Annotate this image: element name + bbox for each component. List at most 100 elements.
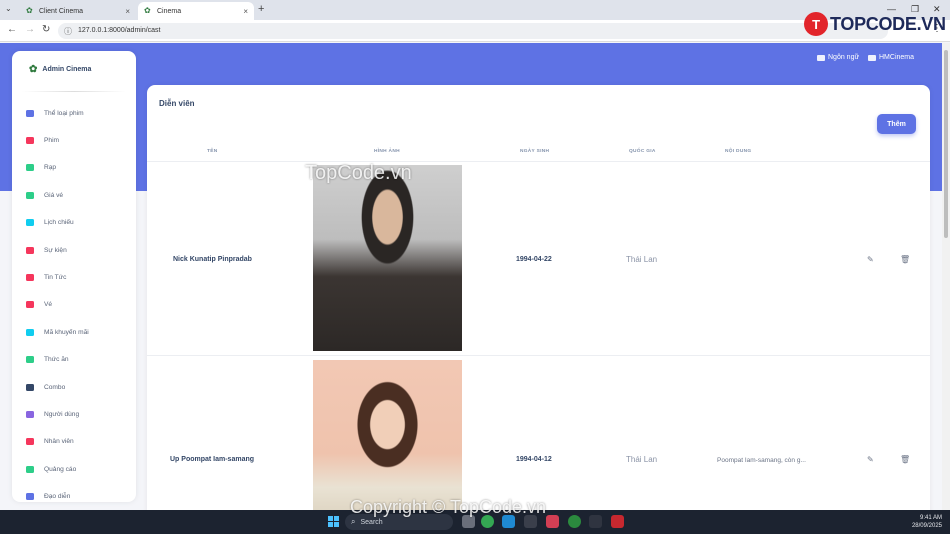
edit-icon[interactable]: ✎ xyxy=(867,455,874,464)
add-cast-button[interactable]: Thêm xyxy=(877,114,916,134)
account-label: HMCinema xyxy=(879,54,915,61)
app-icon[interactable] xyxy=(611,515,624,528)
sidebar-item[interactable]: Giá vé xyxy=(26,189,63,201)
sidebar-item-label: Nhân viên xyxy=(44,438,74,446)
app-icon[interactable] xyxy=(546,515,559,528)
cast-country: Thái Lan xyxy=(626,255,658,264)
system-clock[interactable]: 9:41 AM 28/09/2025 xyxy=(912,514,942,530)
sidebar-item[interactable]: Phim xyxy=(26,134,59,146)
column-header-country: QUỐC GIA xyxy=(629,149,656,154)
scrollbar-thumb[interactable] xyxy=(944,50,948,238)
sidebar-item-icon xyxy=(26,383,34,391)
sidebar-item-label: Giá vé xyxy=(44,191,64,199)
sidebar-item-icon xyxy=(26,246,34,254)
admin-page: Ngôn ngữ HMCinema ✿ Admin Cinema Thể loạ… xyxy=(0,43,942,510)
sidebar-item-icon xyxy=(26,109,34,117)
sidebar-item-icon xyxy=(26,164,34,172)
tab-cinema[interactable]: ✿ Cinema × xyxy=(138,2,254,20)
sidebar-item[interactable]: Vé xyxy=(26,299,52,311)
close-tab-icon[interactable]: × xyxy=(243,7,248,16)
site-info-icon[interactable]: ⓘ xyxy=(64,26,72,37)
account-icon xyxy=(868,54,876,61)
brand-logo-icon: ✿ xyxy=(29,64,38,75)
column-header-content: NỘI DUNG xyxy=(725,149,752,154)
sidebar-item[interactable]: Rạp xyxy=(26,162,56,174)
clock-time: 9:41 AM xyxy=(919,515,942,521)
delete-icon[interactable]: 🗑 xyxy=(900,255,910,264)
row-divider xyxy=(147,355,930,356)
address-bar[interactable]: ⓘ 127.0.0.1:8000/admin/cast xyxy=(58,23,888,39)
topcode-logo-icon: T xyxy=(804,12,828,36)
tab-search-menu-icon[interactable]: ⌄ xyxy=(5,4,12,13)
sidebar-item-label: Lịch chiếu xyxy=(44,219,74,227)
sidebar-item-label: Mã khuyến mãi xyxy=(44,328,89,336)
sidebar-item-label: Thức ăn xyxy=(44,356,69,364)
cinema-favicon-icon: ✿ xyxy=(26,6,33,15)
sidebar-item-icon xyxy=(26,493,34,501)
cast-content: Poompat Iam-samang, còn g... xyxy=(717,457,806,464)
sidebar-item[interactable]: Tin Tức xyxy=(26,271,66,283)
windows-start-icon[interactable] xyxy=(328,516,339,527)
sidebar-divider xyxy=(22,91,126,92)
search-icon: ⌕ xyxy=(351,517,356,526)
sidebar-item[interactable]: Lịch chiếu xyxy=(26,217,74,229)
sidebar-item-icon xyxy=(26,136,34,144)
sidebar-item-icon xyxy=(26,219,34,227)
card-title: Diễn viên xyxy=(159,99,195,108)
account-menu[interactable]: HMCinema xyxy=(868,54,914,61)
sidebar: ✿ Admin Cinema Thể loại phim Phim Rạp Giá v… xyxy=(12,51,136,502)
sidebar-item-label: Vé xyxy=(44,301,53,309)
language-menu[interactable]: Ngôn ngữ xyxy=(817,54,859,61)
cast-birthdate: 1994-04-12 xyxy=(516,456,552,463)
close-tab-icon[interactable]: × xyxy=(125,7,130,16)
topcode-watermark-logo: T TOPCODE.VN xyxy=(804,12,946,36)
cast-birthdate: 1994-04-22 xyxy=(516,256,552,263)
watermark-text: TopCode.vn xyxy=(305,162,412,184)
clock-date: 28/09/2025 xyxy=(911,523,942,529)
tab-title: Cinema xyxy=(157,7,182,15)
new-tab-button[interactable]: + xyxy=(258,3,264,15)
url-text: 127.0.0.1:8000/admin/cast xyxy=(78,27,161,34)
sidebar-item[interactable]: Người dùng xyxy=(26,408,79,420)
language-icon xyxy=(817,54,825,61)
header-divider xyxy=(147,161,930,162)
sidebar-item[interactable]: Thức ăn xyxy=(26,354,69,366)
forward-button[interactable]: → xyxy=(25,24,35,35)
language-label: Ngôn ngữ xyxy=(828,54,860,61)
tab-title: Client Cinema xyxy=(39,7,83,15)
back-button[interactable]: ← xyxy=(7,24,17,35)
sidebar-item[interactable]: Sự kiện xyxy=(26,244,67,256)
sidebar-item-icon xyxy=(26,356,34,364)
sidebar-item-label: Người dùng xyxy=(44,410,80,418)
delete-icon[interactable]: 🗑 xyxy=(900,455,910,464)
edit-icon[interactable]: ✎ xyxy=(867,255,874,264)
column-header-image: HÌNH ẢNH xyxy=(374,149,400,154)
sidebar-item-icon xyxy=(26,465,34,473)
terminal-icon[interactable] xyxy=(589,515,602,528)
app-icon[interactable] xyxy=(568,515,581,528)
watermark-copyright: Copyright © TopCode.vn xyxy=(350,497,547,517)
sidebar-item-label: Sự kiện xyxy=(44,246,67,254)
sidebar-item[interactable]: Đạo diễn xyxy=(26,491,70,503)
column-header-birthdate: NGÀY SINH xyxy=(520,149,550,154)
topcode-logo-text: TOPCODE.VN xyxy=(830,13,946,34)
sidebar-item-label: Rạp xyxy=(44,164,57,172)
sidebar-item[interactable]: Combo xyxy=(26,381,65,393)
cinema-favicon-icon: ✿ xyxy=(144,6,151,15)
search-placeholder: Search xyxy=(360,518,383,526)
brand[interactable]: ✿ Admin Cinema xyxy=(29,64,91,75)
tab-client-cinema[interactable]: ✿ Client Cinema × xyxy=(20,2,136,20)
sidebar-item-icon xyxy=(26,410,34,418)
column-header-name: TÊN xyxy=(207,149,218,154)
sidebar-item-icon xyxy=(26,273,34,281)
sidebar-item-label: Combo xyxy=(44,383,66,391)
sidebar-item-label: Phim xyxy=(44,136,60,144)
reload-button[interactable]: ↻ xyxy=(42,24,50,35)
sidebar-item[interactable]: Quảng cáo xyxy=(26,463,76,475)
sidebar-item[interactable]: Mã khuyến mãi xyxy=(26,326,89,338)
sidebar-item[interactable]: Nhân viên xyxy=(26,436,74,448)
cast-photo xyxy=(313,165,462,351)
sidebar-item-icon xyxy=(26,191,34,199)
sidebar-item[interactable]: Thể loại phim xyxy=(26,107,84,119)
cast-name: Up Poompat Iam-samang xyxy=(170,456,255,463)
